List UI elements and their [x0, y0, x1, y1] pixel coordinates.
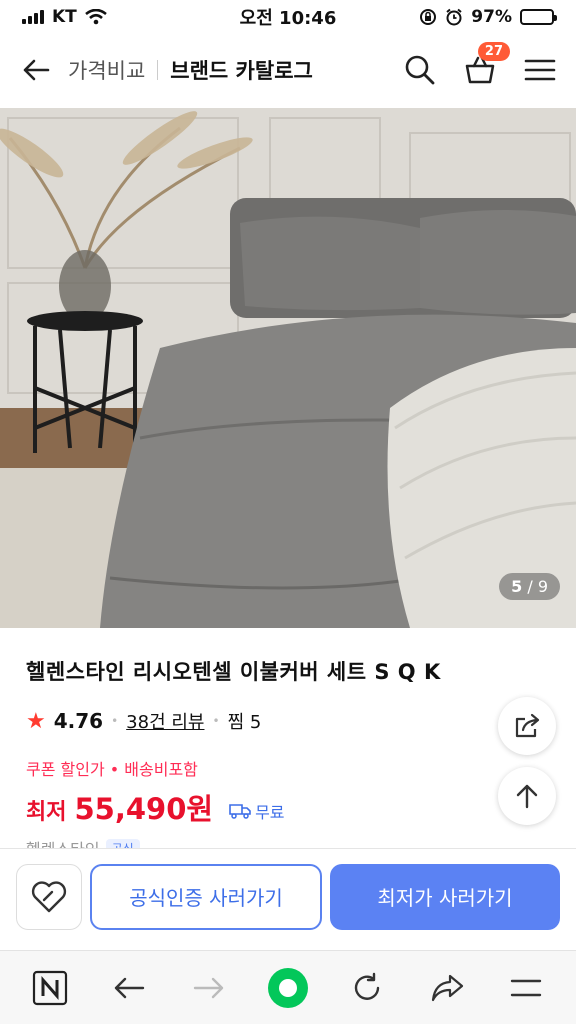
cellular-signal-icon: [22, 10, 44, 24]
rotation-lock-icon: [420, 9, 437, 25]
arrow-left-icon: [114, 977, 145, 998]
browser-forward-button[interactable]: [185, 964, 233, 1012]
review-count-link[interactable]: 38건 리뷰: [126, 708, 204, 734]
heart-link-icon: [31, 880, 67, 912]
battery-percent: 97%: [471, 7, 512, 27]
purchase-action-bar: 공식인증 사러가기 최저가 사러가기: [0, 848, 576, 944]
refresh-icon: [355, 972, 380, 1000]
image-counter-separator: /: [527, 577, 533, 596]
page-title: 브랜드 카탈로그: [170, 59, 313, 83]
lowest-price-button[interactable]: 최저가 사러가기: [330, 863, 560, 930]
green-dot-button[interactable]: [264, 964, 312, 1012]
browser-back-button[interactable]: [105, 964, 153, 1012]
share-arrow-icon: [431, 974, 463, 1001]
price-row: 최저 55,490원 무료: [26, 786, 285, 828]
product-photo: [0, 108, 576, 628]
product-image-gallery[interactable]: 5 / 9: [0, 108, 576, 628]
image-counter: 5 / 9: [499, 573, 560, 600]
image-counter-current: 5: [511, 577, 523, 596]
refresh-button[interactable]: [343, 964, 391, 1012]
naver-home-button[interactable]: [26, 964, 74, 1012]
status-bar: KT 오전 10:46 97%: [0, 0, 576, 34]
wifi-icon: [84, 9, 107, 25]
breadcrumb-price-compare[interactable]: 가격비교: [68, 55, 145, 85]
arrow-left-icon: [23, 59, 50, 81]
official-store-button[interactable]: 공식인증 사러가기: [90, 863, 322, 930]
breadcrumb-divider: [157, 60, 159, 80]
alarm-icon: [446, 8, 462, 26]
shipping-info: 무료: [229, 799, 285, 823]
rating-row: ★ 4.76 • 38건 리뷰 • 찜 5: [26, 708, 261, 734]
carrier-label: KT: [52, 7, 77, 27]
shipping-label: 무료: [255, 803, 285, 822]
coupon-note: 쿠폰 할인가 • 배송비포함: [26, 760, 198, 779]
rating-value: 4.76: [53, 709, 104, 733]
menu-button[interactable]: [520, 50, 560, 90]
arrow-right-icon: [193, 977, 223, 998]
lowest-price: 55,490원: [74, 792, 214, 826]
scroll-top-button[interactable]: [498, 767, 556, 825]
cart-button[interactable]: 27: [460, 42, 510, 90]
browser-toolbar: [0, 950, 576, 1024]
share-button[interactable]: [498, 697, 556, 755]
search-button[interactable]: [400, 50, 440, 90]
separator-dot: •: [111, 714, 119, 728]
naver-n-icon: [32, 970, 67, 1005]
wishlist-count: 찜 5: [227, 712, 262, 733]
product-title: 헬렌스타인 리시오텐셀 이불커버 세트 S Q K: [26, 660, 441, 684]
price-label: 최저: [26, 800, 67, 825]
green-dot-icon: [267, 967, 308, 1008]
wishlist-button[interactable]: [16, 863, 82, 930]
hamburger-menu-icon: [524, 59, 556, 81]
delivery-truck-icon: [229, 804, 251, 819]
share-page-button[interactable]: [423, 964, 471, 1012]
browser-menu-button[interactable]: [502, 964, 550, 1012]
clock: 오전 10:46: [239, 8, 337, 29]
arrow-up-icon: [516, 784, 538, 809]
share-icon: [515, 713, 540, 738]
cart-count-badge: 27: [477, 42, 510, 61]
hamburger-menu-icon: [511, 979, 542, 996]
back-button[interactable]: [16, 50, 56, 90]
image-counter-total: 9: [537, 577, 548, 596]
separator-dot: •: [212, 714, 220, 728]
app-header: 가격비교 브랜드 카탈로그 27: [0, 40, 576, 100]
search-icon: [405, 55, 435, 85]
battery-icon: [520, 9, 557, 25]
star-icon: ★: [26, 708, 46, 734]
